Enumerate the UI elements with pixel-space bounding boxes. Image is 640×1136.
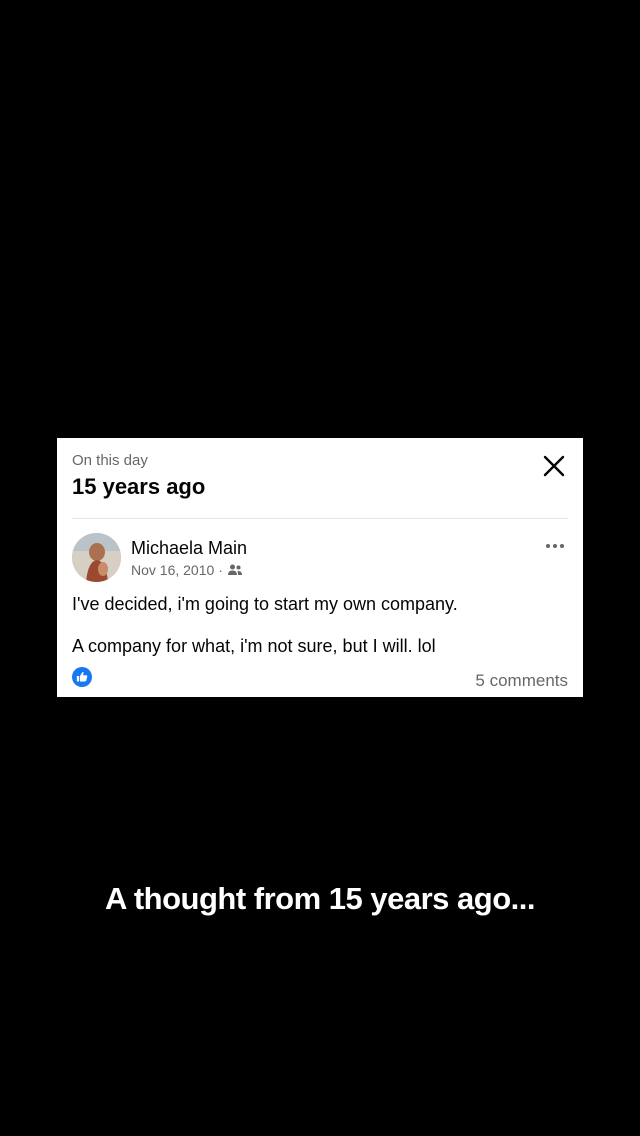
video-caption: A thought from 15 years ago... <box>105 881 535 916</box>
like-icon[interactable] <box>72 667 92 687</box>
post-meta: Nov 16, 2010 · <box>131 561 243 579</box>
avatar[interactable] <box>72 533 121 582</box>
memory-title: 15 years ago <box>72 474 206 499</box>
avatar-photo <box>72 533 121 582</box>
friends-icon <box>227 564 242 575</box>
comments-link[interactable]: 5 comments <box>475 671 568 691</box>
divider <box>72 518 568 519</box>
post-text-line: I've decided, i'm going to start my own … <box>72 594 458 614</box>
post-date[interactable]: Nov 16, 2010 <box>131 561 214 579</box>
screen: On this day 15 years ago Michaela Main N… <box>0 0 640 1136</box>
more-options-icon[interactable] <box>543 539 567 553</box>
memory-card: On this day 15 years ago Michaela Main N… <box>57 438 583 697</box>
post-text-line: A company for what, i'm not sure, but I … <box>72 636 436 656</box>
author-name[interactable]: Michaela Main <box>131 537 247 559</box>
memory-label: On this day <box>72 452 148 469</box>
close-icon[interactable] <box>541 453 567 479</box>
meta-separator: · <box>218 562 223 578</box>
